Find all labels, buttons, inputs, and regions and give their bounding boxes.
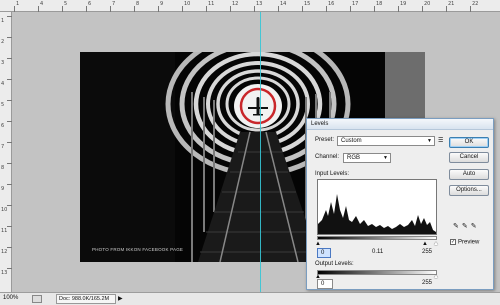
output-levels-label: Output Levels: <box>315 261 354 267</box>
preset-label: Preset: <box>315 137 335 143</box>
ruler-tick-label: 4 <box>40 1 44 7</box>
gray-eyedropper-icon[interactable]: ✎ <box>462 223 471 230</box>
ruler-tick-label: 10 <box>184 1 191 7</box>
ruler-left[interactable]: 1 2 3 4 5 6 7 8 9 10 11 12 13 <box>0 12 12 292</box>
ruler-tick-label: 12 <box>1 249 8 255</box>
ruler-tick-label: 9 <box>1 186 5 192</box>
ruler-tick-label: 19 <box>400 1 407 7</box>
ruler-tick-label: 1 <box>1 18 5 24</box>
guide-line[interactable] <box>260 12 261 292</box>
white-eyedropper-icon[interactable]: ✎ <box>471 223 480 230</box>
status-icon[interactable] <box>32 295 42 303</box>
ruler-tick-label: 4 <box>1 81 5 87</box>
preview-checkbox[interactable]: ✓ Preview <box>450 239 479 246</box>
ruler-tick-label: 2 <box>1 39 5 45</box>
status-menu-arrow-icon[interactable]: ▶ <box>118 295 128 303</box>
ruler-tick-label: 8 <box>136 1 140 7</box>
ruler-tick-label: 12 <box>232 1 239 7</box>
white-point-slider[interactable]: ▲ <box>433 241 439 247</box>
zoom-level[interactable]: 100% <box>3 295 18 301</box>
ruler-tick-label: 16 <box>328 1 335 7</box>
eyedropper-group: ✎✎✎ <box>453 222 480 230</box>
ruler-tick-label: 8 <box>1 165 5 171</box>
ruler-tick-label: 22 <box>472 1 479 7</box>
ruler-tick-label: 6 <box>1 123 5 129</box>
ruler-tick-label: 7 <box>1 144 5 150</box>
input-white-field[interactable]: 255 <box>419 248 437 258</box>
ruler-tick-label: 18 <box>376 1 383 7</box>
black-point-slider[interactable]: ▲ <box>315 241 321 247</box>
output-gradient <box>317 270 437 275</box>
ruler-tick-label: 21 <box>448 1 455 7</box>
preview-label: Preview <box>458 239 480 246</box>
input-levels-label: Input Levels: <box>315 171 350 177</box>
input-gamma-field[interactable]: 0.11 <box>369 248 391 258</box>
ruler-tick-label: 13 <box>256 1 263 7</box>
ruler-tick-label: 14 <box>280 1 287 7</box>
output-black-field[interactable]: 0 <box>317 279 333 289</box>
ruler-tick-label: 10 <box>1 207 8 213</box>
preset-select[interactable]: Custom ▼ <box>337 136 435 146</box>
ruler-tick-label: 20 <box>424 1 431 7</box>
ruler-tick-label: 6 <box>88 1 92 7</box>
ruler-tick-label: 3 <box>1 60 5 66</box>
chevron-down-icon: ▼ <box>427 138 432 144</box>
preset-menu-icon[interactable]: ☰ <box>438 137 443 144</box>
input-gradient <box>317 236 437 240</box>
auto-button[interactable]: Auto <box>449 169 489 180</box>
ruler-tick-label: 5 <box>64 1 68 7</box>
channel-label: Channel: <box>315 154 340 160</box>
ruler-top[interactable]: 1 4 5 6 7 8 9 10 11 12 13 14 15 16 17 18 19 20 21 22 <box>0 0 500 12</box>
channel-value: RGB <box>347 155 361 161</box>
input-black-field[interactable]: 0 <box>317 248 331 258</box>
preset-value: Custom <box>341 138 362 144</box>
ruler-tick-label: 1 <box>16 1 20 7</box>
ruler-tick-label: 15 <box>304 1 311 7</box>
dialog-title: Levels <box>307 119 493 130</box>
chevron-down-icon: ▼ <box>383 155 388 161</box>
ruler-tick-label: 9 <box>160 1 164 7</box>
output-white-field[interactable]: 255 <box>419 279 437 289</box>
black-eyedropper-icon[interactable]: ✎ <box>453 223 462 230</box>
doc-size: Doc: 988.0K/165.2M <box>56 294 116 304</box>
midtone-slider[interactable]: ▲ <box>422 241 428 247</box>
ruler-tick-label: 5 <box>1 102 5 108</box>
levels-dialog[interactable]: Levels Preset: Custom ▼ ☰ Channel: RGB ▼… <box>306 118 494 290</box>
preview-checkmark-icon: ✓ <box>450 239 456 245</box>
photo-caption: PHOTO FROM IKKON FACEBOOK PAGE <box>92 247 184 252</box>
ruler-tick-label: 17 <box>352 1 359 7</box>
cancel-button[interactable]: Cancel <box>449 152 489 163</box>
ruler-tick-label: 13 <box>1 270 8 276</box>
ruler-tick-label: 7 <box>112 1 116 7</box>
histogram <box>317 179 437 235</box>
status-bar: 100% Doc: 988.0K/165.2M ▶ <box>0 292 500 305</box>
channel-select[interactable]: RGB ▼ <box>343 153 391 163</box>
options-button[interactable]: Options... <box>449 185 489 196</box>
ruler-tick-label: 11 <box>1 228 8 234</box>
ok-button[interactable]: OK <box>449 137 489 148</box>
ruler-tick-label: 11 <box>208 1 215 7</box>
histogram-graph <box>318 194 436 234</box>
